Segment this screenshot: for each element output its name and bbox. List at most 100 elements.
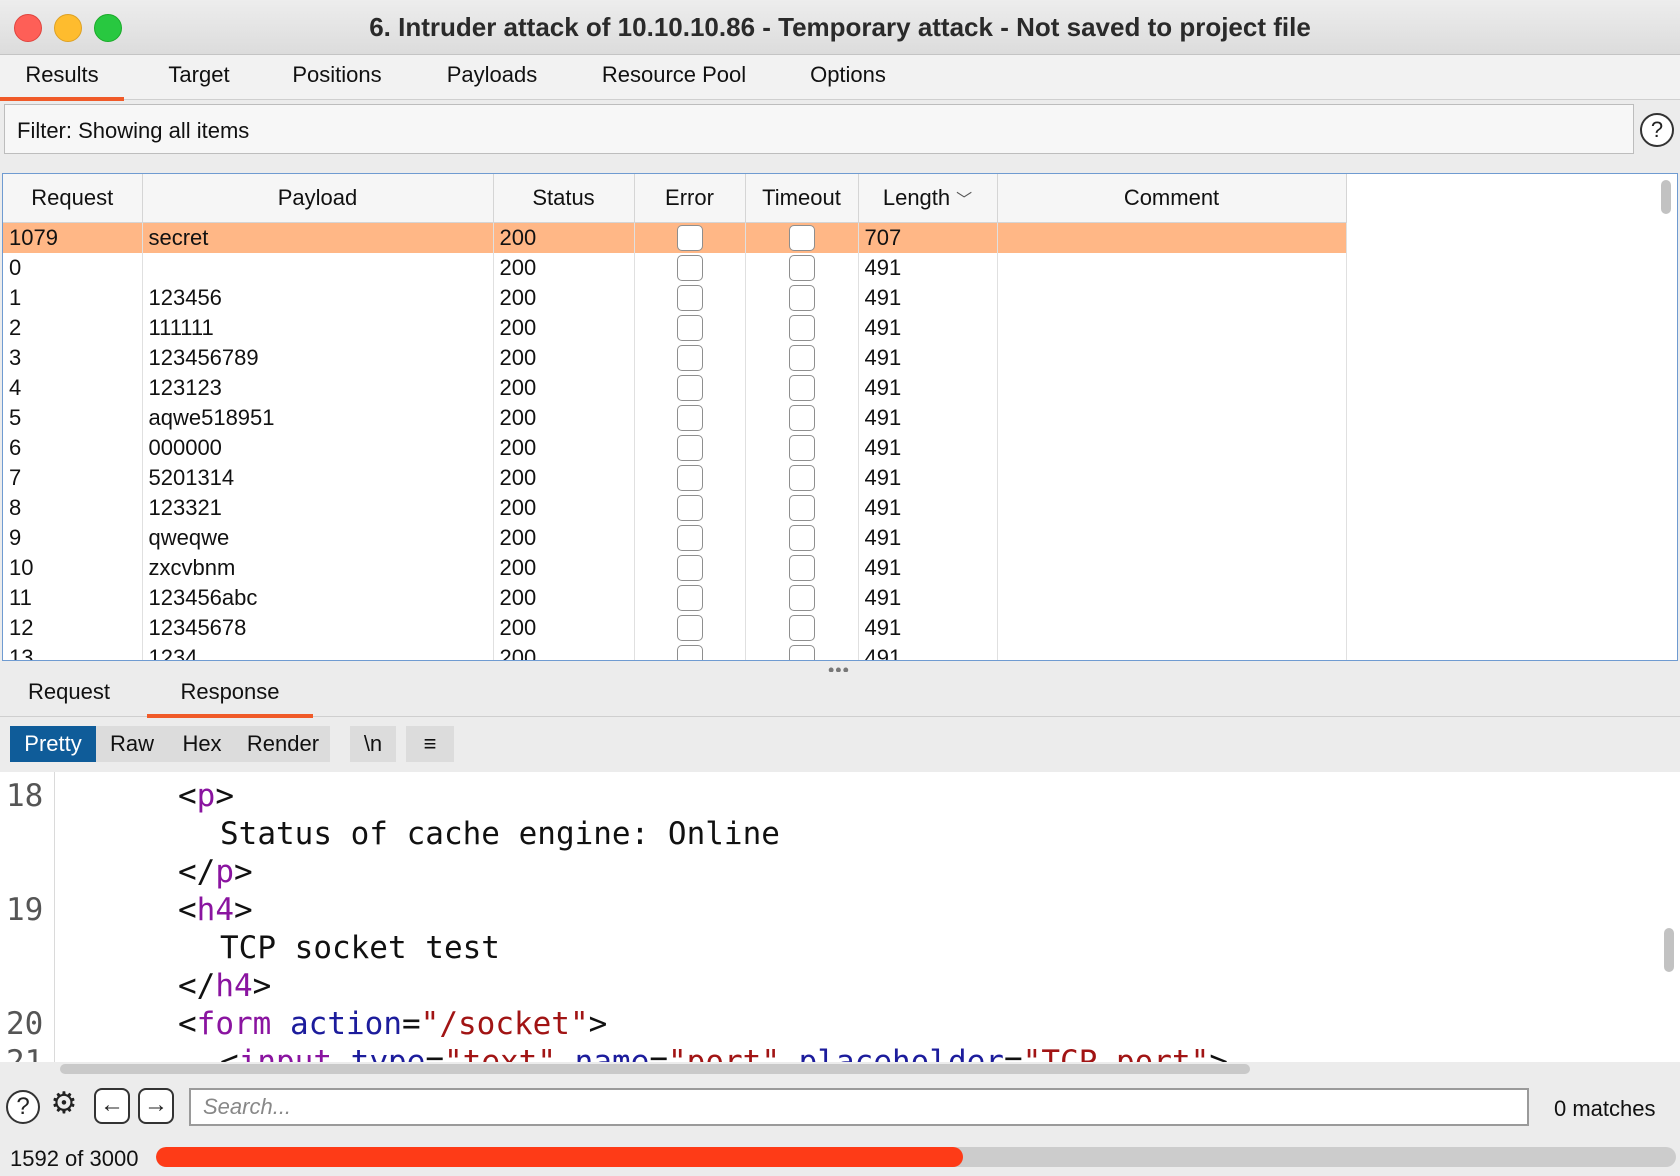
table-row[interactable]: 13 1234 200 491 [3, 643, 1347, 660]
editor-horizontal-scrollbar[interactable] [60, 1064, 1250, 1074]
column-header-timeout[interactable]: Timeout [745, 174, 859, 223]
tab-positions[interactable]: Positions [272, 55, 402, 97]
response-editor[interactable]: 18 19 20 21 <p> Status of cache engine: … [0, 772, 1680, 1062]
tab-resource-pool[interactable]: Resource Pool [584, 55, 764, 97]
view-hex-button[interactable]: Hex [168, 726, 236, 762]
checkbox-icon[interactable] [676, 435, 703, 461]
table-row[interactable]: 5 aqwe518951 200 491 [3, 403, 1347, 433]
table-row[interactable]: 0 200 491 [3, 253, 1347, 283]
checkbox-icon[interactable] [788, 615, 815, 641]
editor-vertical-scrollbar[interactable] [1664, 928, 1674, 972]
table-scrollbar[interactable] [1661, 180, 1671, 214]
timeout-checkbox[interactable] [745, 253, 859, 283]
checkbox-icon[interactable] [788, 525, 815, 551]
column-header-error[interactable]: Error [634, 174, 746, 223]
checkbox-icon[interactable] [788, 315, 815, 341]
gear-icon[interactable]: ⚙ [46, 1088, 82, 1124]
table-row[interactable]: 10 zxcvbnm 200 491 [3, 553, 1347, 583]
table-row[interactable]: 11 123456abc 200 491 [3, 583, 1347, 613]
table-row[interactable]: 8 123321 200 491 [3, 493, 1347, 523]
help-icon[interactable]: ? [6, 1090, 40, 1124]
error-checkbox[interactable] [634, 373, 746, 403]
checkbox-icon[interactable] [676, 465, 703, 491]
checkbox-icon[interactable] [788, 555, 815, 581]
search-input[interactable] [189, 1088, 1529, 1126]
checkbox-icon[interactable] [788, 435, 815, 461]
checkbox-icon[interactable] [788, 405, 815, 431]
column-header-comment[interactable]: Comment [997, 174, 1347, 223]
error-checkbox[interactable] [634, 553, 746, 583]
checkbox-icon[interactable] [788, 645, 815, 660]
timeout-checkbox[interactable] [745, 403, 859, 433]
error-checkbox[interactable] [634, 313, 746, 343]
error-checkbox[interactable] [634, 283, 746, 313]
error-checkbox[interactable] [634, 403, 746, 433]
timeout-checkbox[interactable] [745, 613, 859, 643]
checkbox-icon[interactable] [676, 375, 703, 401]
checkbox-icon[interactable] [676, 225, 703, 251]
checkbox-icon[interactable] [676, 585, 703, 611]
view-raw-button[interactable]: Raw [96, 726, 168, 762]
checkbox-icon[interactable] [676, 315, 703, 341]
timeout-checkbox[interactable] [745, 283, 859, 313]
view-pretty-button[interactable]: Pretty [10, 726, 96, 762]
checkbox-icon[interactable] [788, 345, 815, 371]
tab-options[interactable]: Options [790, 55, 906, 97]
checkbox-icon[interactable] [788, 255, 815, 281]
table-row[interactable]: 1079 secret 200 707 [3, 222, 1347, 253]
next-arrow-icon[interactable]: → [138, 1088, 174, 1124]
checkbox-icon[interactable] [676, 525, 703, 551]
timeout-checkbox[interactable] [745, 433, 859, 463]
timeout-checkbox[interactable] [745, 343, 859, 373]
tab-request[interactable]: Request [0, 672, 138, 714]
previous-arrow-icon[interactable]: ← [94, 1088, 130, 1124]
error-checkbox[interactable] [634, 433, 746, 463]
table-row[interactable]: 6 000000 200 491 [3, 433, 1347, 463]
error-checkbox[interactable] [634, 222, 746, 253]
checkbox-icon[interactable] [676, 495, 703, 521]
column-header-status[interactable]: Status [493, 174, 635, 223]
filter-bar[interactable]: Filter: Showing all items [4, 104, 1634, 154]
error-checkbox[interactable] [634, 583, 746, 613]
table-row[interactable]: 1 123456 200 491 [3, 283, 1347, 313]
table-row[interactable]: 2 111111 200 491 [3, 313, 1347, 343]
timeout-checkbox[interactable] [745, 222, 859, 253]
timeout-checkbox[interactable] [745, 583, 859, 613]
table-row[interactable]: 4 123123 200 491 [3, 373, 1347, 403]
checkbox-icon[interactable] [788, 285, 815, 311]
checkbox-icon[interactable] [788, 585, 815, 611]
error-checkbox[interactable] [634, 343, 746, 373]
column-header-payload[interactable]: Payload [142, 174, 494, 223]
column-header-length[interactable]: Length ﹀ [858, 174, 998, 223]
error-checkbox[interactable] [634, 523, 746, 553]
checkbox-icon[interactable] [676, 615, 703, 641]
timeout-checkbox[interactable] [745, 643, 859, 660]
error-checkbox[interactable] [634, 253, 746, 283]
tab-response[interactable]: Response [147, 672, 313, 718]
checkbox-icon[interactable] [788, 225, 815, 251]
checkbox-icon[interactable] [676, 405, 703, 431]
timeout-checkbox[interactable] [745, 313, 859, 343]
error-checkbox[interactable] [634, 463, 746, 493]
checkbox-icon[interactable] [676, 555, 703, 581]
newline-toggle-button[interactable]: \n [350, 726, 396, 762]
table-row[interactable]: 12 12345678 200 491 [3, 613, 1347, 643]
checkbox-icon[interactable] [788, 465, 815, 491]
tab-target[interactable]: Target [144, 55, 254, 97]
help-icon[interactable]: ? [1640, 113, 1674, 147]
error-checkbox[interactable] [634, 643, 746, 660]
table-row[interactable]: 9 qweqwe 200 491 [3, 523, 1347, 553]
error-checkbox[interactable] [634, 493, 746, 523]
table-row[interactable]: 3 123456789 200 491 [3, 343, 1347, 373]
tab-results[interactable]: Results [0, 55, 124, 101]
checkbox-icon[interactable] [676, 285, 703, 311]
checkbox-icon[interactable] [676, 345, 703, 371]
timeout-checkbox[interactable] [745, 463, 859, 493]
checkbox-icon[interactable] [788, 375, 815, 401]
timeout-checkbox[interactable] [745, 553, 859, 583]
table-row[interactable]: 7 5201314 200 491 [3, 463, 1347, 493]
error-checkbox[interactable] [634, 613, 746, 643]
column-header-request[interactable]: Request [3, 174, 143, 223]
timeout-checkbox[interactable] [745, 523, 859, 553]
checkbox-icon[interactable] [676, 255, 703, 281]
